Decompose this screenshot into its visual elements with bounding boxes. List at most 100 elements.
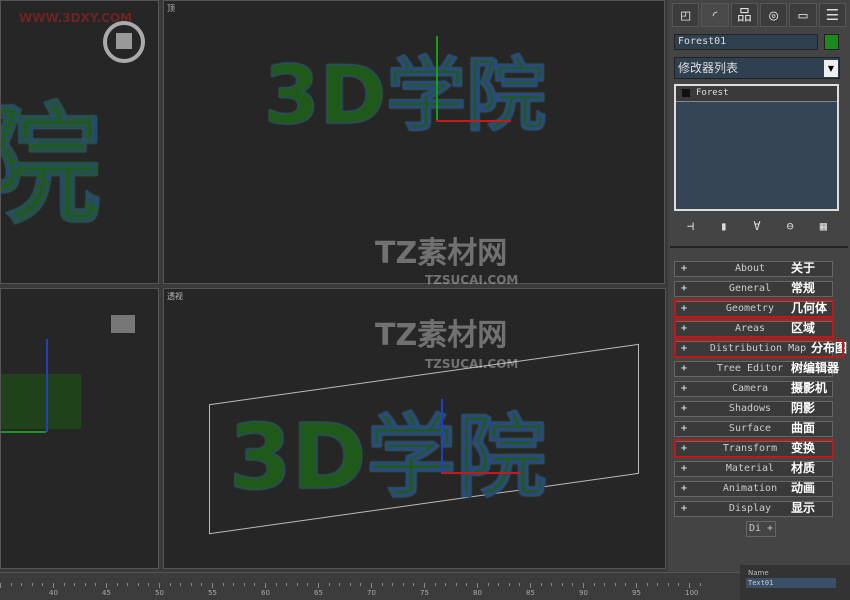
make-unique-icon[interactable]: ∀	[753, 219, 760, 233]
timeline-tick	[349, 583, 351, 586]
timeline-tick	[699, 583, 701, 586]
rollout-animation[interactable]: + Animation 动画	[674, 481, 833, 497]
rollout-cn-label: 阴影	[791, 401, 816, 415]
create-icon[interactable]: ◰	[672, 3, 700, 27]
viewcube-icon[interactable]	[111, 315, 135, 333]
utilities-icon[interactable]: ☰	[818, 3, 846, 27]
stack-toolbar: ⊣ ▮ ∀ ⊖ ▦	[674, 215, 840, 237]
timeline-tick	[74, 583, 76, 586]
stack-item-label: Forest	[696, 88, 729, 98]
gizmo-z-axis	[46, 339, 48, 432]
timeline-tick	[381, 583, 383, 586]
partial-button[interactable]: Di +	[746, 521, 776, 537]
rollout-cn-label: 曲面	[791, 421, 816, 435]
rollout-shadows[interactable]: + Shadows 阴影	[674, 401, 833, 417]
rollout-cn-label: 关于	[791, 261, 816, 275]
rollout-surface[interactable]: + Surface 曲面	[674, 421, 833, 437]
viewport-top-left[interactable]: WWW.3DXY.COM 院	[0, 0, 159, 284]
timeline-tick-label: 45	[102, 589, 111, 597]
timeline-tick	[296, 583, 298, 586]
timeline-tick	[455, 583, 457, 586]
timeline-tick	[519, 583, 521, 586]
timeline-tick	[498, 583, 500, 586]
timeline-ruler[interactable]: 40 45 50 55 60 65 70 75 80 85 90 95 100	[0, 572, 740, 600]
scene-text: 3D学院	[228, 405, 547, 511]
timeline-tick	[678, 583, 680, 586]
timeline-tick-label: 65	[314, 589, 323, 597]
timeline-tick	[106, 583, 107, 588]
rollout-display[interactable]: + Display 显示	[674, 501, 833, 517]
modifier-stack[interactable]: Forest	[674, 84, 839, 211]
timeline-tick	[508, 583, 510, 586]
divider	[670, 246, 848, 248]
scene-forest	[1, 374, 81, 429]
timeline-tick	[477, 583, 478, 588]
rollout-cn-label: 显示	[791, 501, 816, 515]
timeline-tick	[31, 583, 33, 586]
timeline-tick	[212, 583, 213, 588]
pin-stack-icon[interactable]: ⊣	[687, 219, 694, 233]
timeline-tick-label: 40	[49, 589, 58, 597]
timeline-tick	[530, 583, 531, 588]
configure-modifier-sets-icon[interactable]: ▦	[820, 219, 827, 233]
command-panel: ◰ ◜ 品 ◎ ▭ ☰ Forest01 修改器列表 ▼ Forest ⊣ ▮ ∀…	[668, 0, 850, 572]
stack-item-forest[interactable]: Forest	[676, 86, 837, 102]
rollout-material[interactable]: + Material 材质	[674, 461, 833, 477]
hierarchy-icon[interactable]: 品	[730, 3, 758, 27]
timeline-tick	[42, 583, 44, 586]
rollout-about[interactable]: + About 关于	[674, 261, 833, 277]
timeline-tick-label: 70	[367, 589, 376, 597]
timeline-tick	[254, 583, 256, 586]
timeline-tick-label: 90	[579, 589, 588, 597]
timeline-tick	[646, 583, 648, 586]
gizmo-y-axis	[436, 36, 438, 121]
viewport-left[interactable]	[0, 288, 159, 569]
timeline-tick	[328, 583, 330, 586]
timeline-tick	[371, 583, 372, 588]
motion-icon[interactable]: ◎	[759, 3, 788, 27]
viewcube-icon[interactable]	[103, 21, 145, 63]
timeline-tick	[53, 583, 54, 588]
gizmo-z-axis	[441, 399, 443, 474]
timeline-tick	[307, 583, 309, 586]
timeline-tick	[625, 583, 627, 586]
timeline-tick	[551, 583, 553, 586]
timeline-tick-label: 55	[208, 589, 217, 597]
expand-icon[interactable]	[682, 88, 690, 97]
timeline-tick	[169, 583, 171, 586]
rollout-general[interactable]: + General 常规	[674, 281, 833, 297]
name-field[interactable]: Text01	[746, 578, 836, 588]
gizmo-x-axis	[436, 120, 511, 122]
rollout-camera[interactable]: + Camera 摄影机	[674, 381, 833, 397]
viewport-label: 顶	[167, 4, 175, 13]
object-name-field[interactable]: Forest01	[674, 34, 818, 50]
timeline-tick-label: 50	[155, 589, 164, 597]
timeline-tick	[10, 583, 12, 586]
object-color-swatch[interactable]	[824, 34, 839, 50]
modify-icon[interactable]: ◜	[701, 3, 729, 27]
chevron-down-icon[interactable]: ▼	[824, 60, 838, 77]
timeline-tick-label: 80	[473, 589, 482, 597]
scene-text: 院	[1, 61, 102, 249]
timeline-tick	[392, 583, 394, 586]
timeline-tick	[201, 583, 203, 586]
timeline-tick	[275, 583, 277, 586]
highlight-box	[674, 299, 834, 318]
timeline-tick	[413, 583, 415, 586]
timeline-tick	[424, 583, 425, 588]
display-icon[interactable]: ▭	[789, 3, 817, 27]
timeline-tick	[21, 583, 23, 586]
timeline-tick	[286, 583, 288, 586]
timeline-tick	[657, 583, 659, 586]
watermark-tz-url: TZSUCAI.COM	[425, 273, 519, 287]
timeline-tick	[689, 583, 690, 588]
timeline-tick	[466, 583, 468, 586]
show-end-result-icon[interactable]: ▮	[720, 219, 727, 233]
remove-modifier-icon[interactable]: ⊖	[787, 219, 794, 233]
timeline-tick	[593, 583, 595, 586]
rollout-cn-label: 摄影机	[791, 381, 828, 395]
timeline-tick	[95, 583, 97, 586]
modifier-list-dropdown[interactable]: 修改器列表 ▼	[674, 57, 840, 79]
timeline-tick	[84, 583, 86, 586]
rollout-tree-editor[interactable]: + Tree Editor 树编辑器	[674, 361, 839, 377]
